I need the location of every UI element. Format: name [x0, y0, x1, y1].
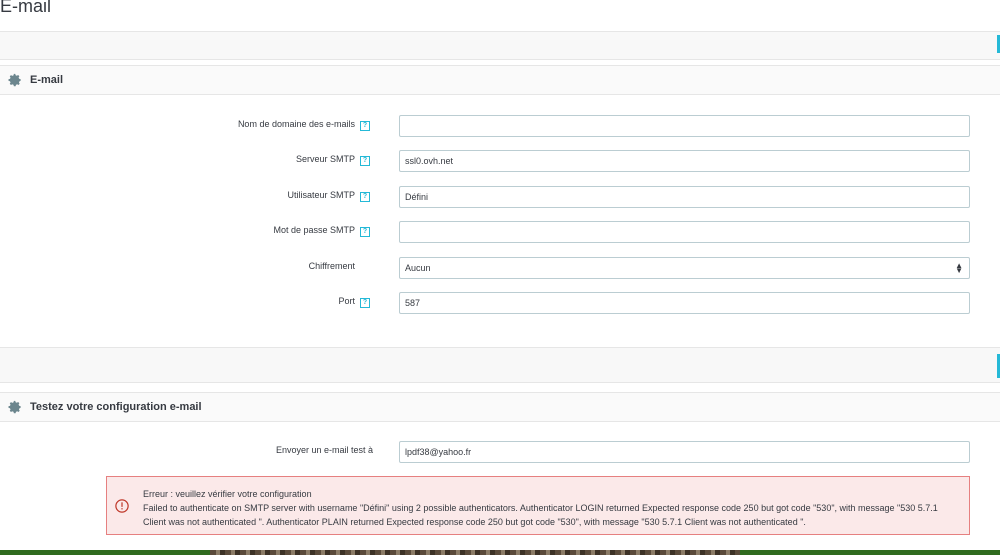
smtp-password-label: Mot de passe SMTP	[273, 225, 355, 235]
gear-icon	[8, 73, 21, 87]
smtp-user-row: Utilisateur SMTP ?	[0, 186, 1000, 210]
help-icon[interactable]: ?	[360, 156, 370, 166]
encryption-select[interactable]: Aucun ▲ ▼	[399, 257, 970, 279]
select-caret-icon: ▲ ▼	[955, 261, 963, 275]
smtp-server-row: Serveur SMTP ?	[0, 150, 1000, 174]
alert-icon-column	[107, 477, 137, 534]
encryption-label: Chiffrement	[308, 261, 355, 271]
help-icon[interactable]: ?	[360, 121, 370, 131]
footer-image	[210, 550, 740, 555]
test-email-input[interactable]	[399, 441, 970, 463]
help-icon[interactable]: ?	[360, 298, 370, 308]
smtp-server-input[interactable]	[399, 150, 970, 172]
panel-spacer	[0, 347, 1000, 383]
encryption-row: Chiffrement Aucun ▲ ▼	[0, 257, 1000, 281]
error-circle-icon	[115, 499, 129, 513]
footer-strip	[0, 550, 1000, 555]
test-panel-header: Testez votre configuration e-mail	[0, 392, 1000, 422]
alert-message: Failed to authenticate on SMTP server wi…	[143, 503, 938, 527]
port-label: Port	[338, 296, 355, 306]
help-icon[interactable]: ?	[360, 192, 370, 202]
domain-label: Nom de domaine des e-mails	[237, 119, 355, 129]
test-panel-title: Testez votre configuration e-mail	[30, 401, 202, 413]
help-icon[interactable]: ?	[360, 227, 370, 237]
smtp-password-input[interactable]	[399, 221, 970, 243]
page-title: E-mail	[0, 0, 52, 16]
domain-row: Nom de domaine des e-mails ?	[0, 115, 1000, 139]
alert-title: Erreur : veuillez vérifier votre configu…	[143, 489, 312, 499]
encryption-selected-value: Aucun	[405, 263, 431, 273]
panel-spacer	[0, 31, 1000, 60]
domain-input[interactable]	[399, 115, 970, 137]
port-input[interactable]	[399, 292, 970, 314]
smtp-password-row: Mot de passe SMTP ?	[0, 221, 1000, 245]
test-email-row: Envoyer un e-mail test à	[0, 441, 1000, 465]
gear-icon	[8, 400, 21, 414]
smtp-user-input[interactable]	[399, 186, 970, 208]
email-panel-title: E-mail	[30, 74, 64, 86]
test-email-label: Envoyer un e-mail test à	[275, 445, 373, 455]
alert-content: Erreur : veuillez vérifier votre configu…	[143, 487, 963, 529]
port-row: Port ?	[0, 292, 1000, 316]
smtp-user-label: Utilisateur SMTP	[287, 190, 355, 200]
smtp-server-label: Serveur SMTP	[295, 154, 355, 164]
email-panel-header: E-mail	[0, 65, 1000, 95]
error-alert: Erreur : veuillez vérifier votre configu…	[106, 476, 970, 535]
